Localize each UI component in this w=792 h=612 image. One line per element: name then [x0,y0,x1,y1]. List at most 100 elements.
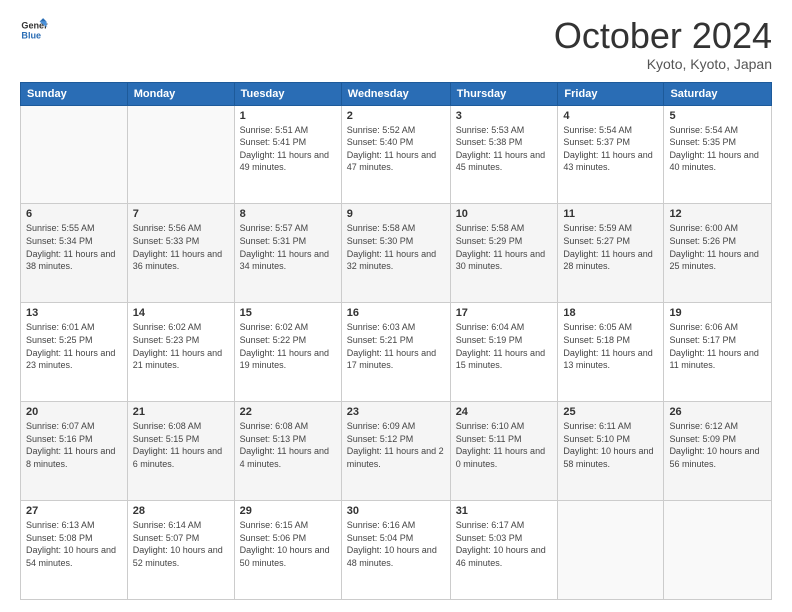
day-cell: 22Sunrise: 6:08 AMSunset: 5:13 PMDayligh… [234,402,341,501]
day-cell [127,105,234,204]
day-cell: 8 Sunrise: 5:57 AMSunset: 5:31 PMDaylight… [234,204,341,303]
day-number: 5 [669,110,766,122]
day-number: 31 [456,505,553,517]
day-content: Sunrise: 5:58 AMSunset: 5:30 PMDaylight:… [347,222,445,272]
day-content: Sunrise: 6:09 AMSunset: 5:12 PMDaylight:… [347,420,445,470]
day-number: 26 [669,406,766,418]
title-block: October 2024 Kyoto, Kyoto, Japan [554,16,772,72]
day-content: Sunrise: 6:16 AMSunset: 5:04 PMDaylight:… [347,519,445,569]
day-content: Sunrise: 6:15 AMSunset: 5:06 PMDaylight:… [240,519,336,569]
day-content: Sunrise: 5:58 AMSunset: 5:29 PMDaylight:… [456,222,553,272]
day-cell: 7 Sunrise: 5:56 AMSunset: 5:33 PMDaylight… [127,204,234,303]
day-cell: 16 Sunrise: 6:03 AMSunset: 5:21 PMDayligh… [341,303,450,402]
day-cell: 14Sunrise: 6:02 AMSunset: 5:23 PMDayligh… [127,303,234,402]
day-content: Sunrise: 6:00 AMSunset: 5:26 PMDaylight:… [669,222,766,272]
day-number: 18 [563,307,658,319]
header: General Blue October 2024 Kyoto, Kyoto, … [20,16,772,72]
day-content: Sunrise: 5:54 AMSunset: 5:37 PMDaylight:… [563,124,658,174]
weekday-header-row: SundayMondayTuesdayWednesdayThursdayFrid… [21,82,772,105]
day-content: Sunrise: 6:02 AMSunset: 5:23 PMDaylight:… [133,321,229,371]
weekday-header-saturday: Saturday [664,82,772,105]
day-cell: 15 Sunrise: 6:02 AMSunset: 5:22 PMDayligh… [234,303,341,402]
month-title: October 2024 [554,16,772,56]
day-content: Sunrise: 5:51 AMSunset: 5:41 PMDaylight:… [240,124,336,174]
week-row-4: 20 Sunrise: 6:07 AMSunset: 5:16 PMDayligh… [21,402,772,501]
week-row-3: 13 Sunrise: 6:01 AMSunset: 5:25 PMDayligh… [21,303,772,402]
day-content: Sunrise: 5:57 AMSunset: 5:31 PMDaylight:… [240,222,336,272]
day-number: 28 [133,505,229,517]
day-cell: 11 Sunrise: 5:59 AMSunset: 5:27 PMDayligh… [558,204,664,303]
week-row-1: 1Sunrise: 5:51 AMSunset: 5:41 PMDaylight… [21,105,772,204]
day-number: 27 [26,505,122,517]
day-number: 12 [669,208,766,220]
day-content: Sunrise: 6:04 AMSunset: 5:19 PMDaylight:… [456,321,553,371]
day-content: Sunrise: 6:02 AMSunset: 5:22 PMDaylight:… [240,321,336,371]
day-content: Sunrise: 6:12 AMSunset: 5:09 PMDaylight:… [669,420,766,470]
day-number: 24 [456,406,553,418]
day-cell: 17 Sunrise: 6:04 AMSunset: 5:19 PMDayligh… [450,303,558,402]
day-cell: 28Sunrise: 6:14 AMSunset: 5:07 PMDayligh… [127,501,234,600]
day-content: Sunrise: 6:06 AMSunset: 5:17 PMDaylight:… [669,321,766,371]
day-number: 25 [563,406,658,418]
day-number: 15 [240,307,336,319]
day-number: 20 [26,406,122,418]
day-number: 11 [563,208,658,220]
day-content: Sunrise: 6:05 AMSunset: 5:18 PMDaylight:… [563,321,658,371]
day-cell: 27 Sunrise: 6:13 AMSunset: 5:08 PMDayligh… [21,501,128,600]
day-cell: 2 Sunrise: 5:52 AMSunset: 5:40 PMDaylight… [341,105,450,204]
day-number: 17 [456,307,553,319]
day-number: 16 [347,307,445,319]
weekday-header-wednesday: Wednesday [341,82,450,105]
day-cell: 26 Sunrise: 6:12 AMSunset: 5:09 PMDayligh… [664,402,772,501]
day-content: Sunrise: 6:01 AMSunset: 5:25 PMDaylight:… [26,321,122,371]
day-cell: 12 Sunrise: 6:00 AMSunset: 5:26 PMDayligh… [664,204,772,303]
day-content: Sunrise: 5:53 AMSunset: 5:38 PMDaylight:… [456,124,553,174]
day-content: Sunrise: 6:08 AMSunset: 5:15 PMDaylight:… [133,420,229,470]
day-cell: 6Sunrise: 5:55 AMSunset: 5:34 PMDaylight… [21,204,128,303]
day-content: Sunrise: 5:52 AMSunset: 5:40 PMDaylight:… [347,124,445,174]
day-number: 9 [347,208,445,220]
day-cell: 4 Sunrise: 5:54 AMSunset: 5:37 PMDaylight… [558,105,664,204]
day-cell: 1Sunrise: 5:51 AMSunset: 5:41 PMDaylight… [234,105,341,204]
logo-icon: General Blue [20,16,48,44]
location: Kyoto, Kyoto, Japan [554,56,772,72]
day-content: Sunrise: 5:55 AMSunset: 5:34 PMDaylight:… [26,222,122,272]
day-number: 29 [240,505,336,517]
day-number: 7 [133,208,229,220]
day-cell: 23Sunrise: 6:09 AMSunset: 5:12 PMDayligh… [341,402,450,501]
day-cell: 19 Sunrise: 6:06 AMSunset: 5:17 PMDayligh… [664,303,772,402]
day-content: Sunrise: 5:59 AMSunset: 5:27 PMDaylight:… [563,222,658,272]
week-row-2: 6Sunrise: 5:55 AMSunset: 5:34 PMDaylight… [21,204,772,303]
day-content: Sunrise: 6:17 AMSunset: 5:03 PMDaylight:… [456,519,553,569]
day-number: 13 [26,307,122,319]
weekday-header-thursday: Thursday [450,82,558,105]
day-cell: 25Sunrise: 6:11 AMSunset: 5:10 PMDayligh… [558,402,664,501]
day-cell [558,501,664,600]
day-number: 19 [669,307,766,319]
calendar-table: SundayMondayTuesdayWednesdayThursdayFrid… [20,82,772,600]
day-cell [664,501,772,600]
day-cell: 9 Sunrise: 5:58 AMSunset: 5:30 PMDaylight… [341,204,450,303]
day-content: Sunrise: 6:13 AMSunset: 5:08 PMDaylight:… [26,519,122,569]
day-number: 2 [347,110,445,122]
weekday-header-friday: Friday [558,82,664,105]
day-number: 22 [240,406,336,418]
day-content: Sunrise: 5:54 AMSunset: 5:35 PMDaylight:… [669,124,766,174]
day-cell: 20 Sunrise: 6:07 AMSunset: 5:16 PMDayligh… [21,402,128,501]
day-number: 8 [240,208,336,220]
day-cell: 30Sunrise: 6:16 AMSunset: 5:04 PMDayligh… [341,501,450,600]
day-content: Sunrise: 5:56 AMSunset: 5:33 PMDaylight:… [133,222,229,272]
day-cell [21,105,128,204]
logo: General Blue [20,16,48,44]
weekday-header-tuesday: Tuesday [234,82,341,105]
weekday-header-monday: Monday [127,82,234,105]
day-number: 4 [563,110,658,122]
day-cell: 10 Sunrise: 5:58 AMSunset: 5:29 PMDayligh… [450,204,558,303]
day-content: Sunrise: 6:07 AMSunset: 5:16 PMDaylight:… [26,420,122,470]
day-content: Sunrise: 6:03 AMSunset: 5:21 PMDaylight:… [347,321,445,371]
day-content: Sunrise: 6:10 AMSunset: 5:11 PMDaylight:… [456,420,553,470]
day-number: 10 [456,208,553,220]
day-number: 21 [133,406,229,418]
calendar-page: General Blue October 2024 Kyoto, Kyoto, … [0,0,792,612]
svg-text:Blue: Blue [21,30,41,40]
